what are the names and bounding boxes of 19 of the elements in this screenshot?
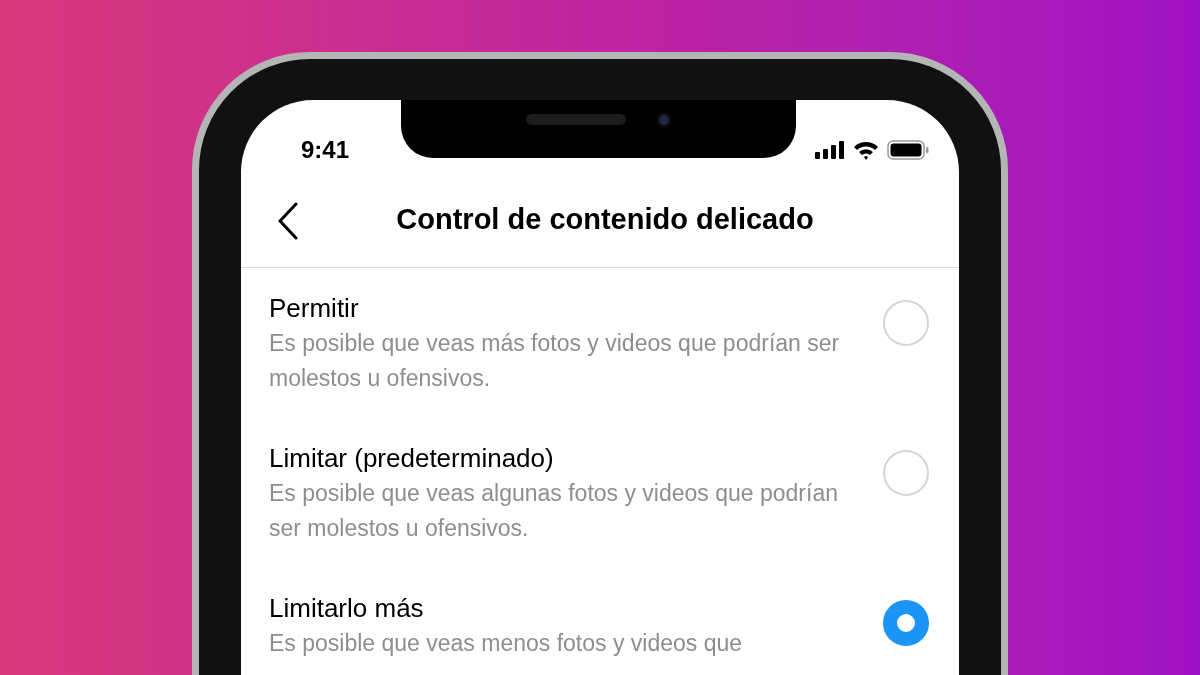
option-description: Es posible que veas algunas fotos y videos que podrían ser molestos u ofensivos.: [269, 479, 839, 543]
option-description: Es posible que veas más fotos y videos que podrían ser molestos u ofensivos.: [269, 329, 841, 393]
option-description: Es posible que veas menos fotos y videos que: [269, 629, 744, 658]
option-label: Limitarlo más: [269, 592, 425, 625]
speaker-icon: [525, 114, 626, 125]
radio-button[interactable]: [883, 600, 929, 646]
battery-icon: [887, 140, 929, 160]
option-label: Limitar (predeterminado): [269, 442, 555, 475]
option-row[interactable]: Limitarlo más Es posible que veas menos fotos y videos que: [241, 568, 959, 675]
camera-icon: [655, 112, 672, 128]
signal-icon: [815, 141, 845, 159]
wifi-icon: [853, 140, 879, 160]
back-chevron-icon: [277, 202, 299, 240]
option-row[interactable]: Limitar (predeterminado) Es posible que veas algunas fotos y videos que podrían ser molestos u ofensivos.: [241, 418, 959, 568]
screen-title: Control de contenido delicado: [396, 201, 814, 237]
option-label: Permitir: [269, 292, 360, 325]
option-row[interactable]: Permitir Es posible que veas más fotos y videos que podrían ser molestos u ofensivos.: [241, 268, 959, 418]
status-time: 9:41: [301, 135, 350, 165]
back-button[interactable]: [277, 202, 299, 240]
